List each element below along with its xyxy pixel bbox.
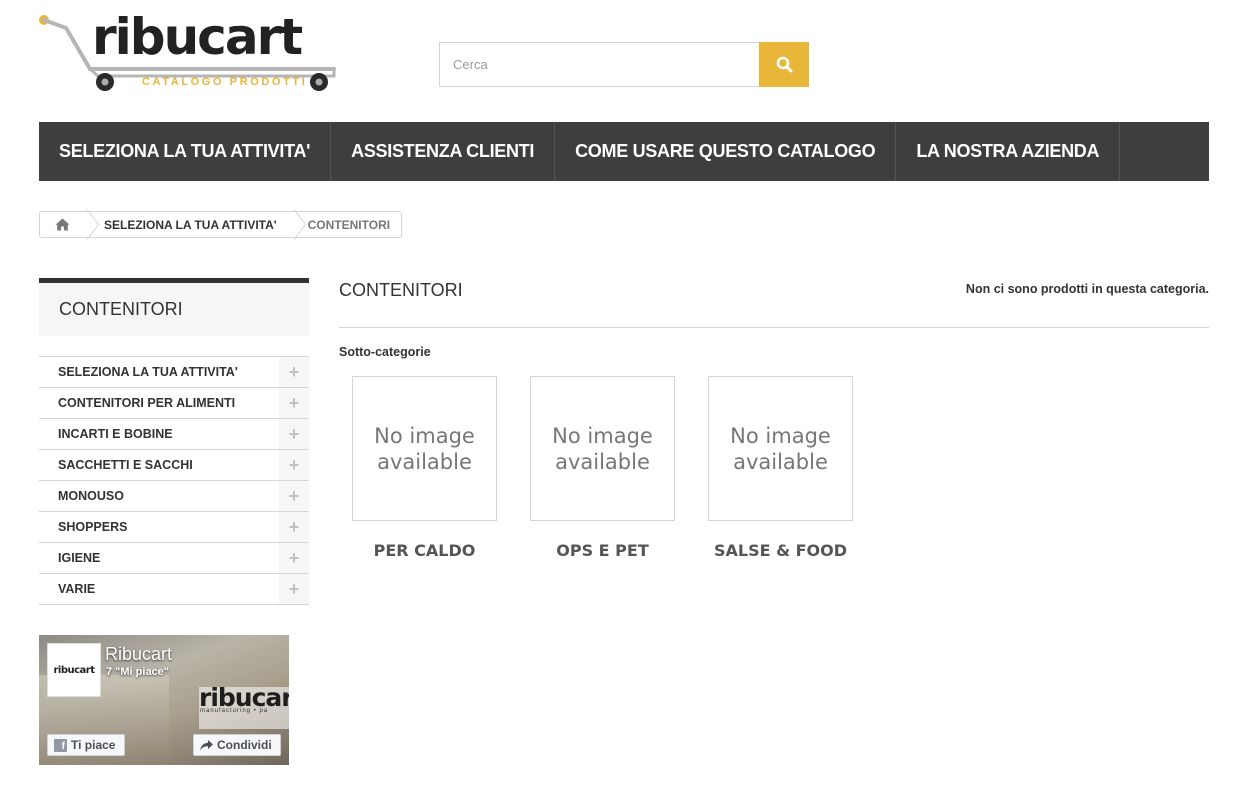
- search-input[interactable]: [439, 42, 759, 87]
- subcategory-card: No image available OPS E PET: [530, 376, 675, 560]
- image-placeholder-text: No image available: [552, 423, 653, 474]
- category-sidebar: CONTENITORI SELEZIONA LA TUA ATTIVITA' +…: [39, 278, 309, 605]
- expand-plus-icon[interactable]: +: [279, 481, 309, 511]
- share-arrow-icon: [200, 739, 213, 750]
- expand-plus-icon[interactable]: +: [279, 543, 309, 573]
- logo-tagline: CATALOGO PRODOTTI: [142, 76, 308, 88]
- nav-item-seleziona-attivita[interactable]: SELEZIONA LA TUA ATTIVITA': [39, 122, 332, 181]
- breadcrumb: SELEZIONA LA TUA ATTIVITA' CONTENITORI: [39, 211, 403, 238]
- sidebar-item-incarti-bobine[interactable]: INCARTI E BOBINE +: [39, 419, 309, 450]
- sidebar-item-contenitori-alimenti[interactable]: CONTENITORI PER ALIMENTI +: [39, 388, 309, 419]
- sidebar-item-varie[interactable]: VARIE +: [39, 574, 309, 605]
- home-icon: [55, 218, 69, 231]
- sidebar-item-label: VARIE: [58, 582, 96, 596]
- page-title: CONTENITORI: [339, 280, 463, 300]
- subcategory-image[interactable]: No image available: [708, 376, 853, 521]
- category-list: SELEZIONA LA TUA ATTIVITA' + CONTENITORI…: [39, 356, 309, 605]
- subcategory-card: No image available SALSE & FOOD: [708, 376, 853, 560]
- nav-item-nostra-azienda[interactable]: LA NOSTRA AZIENDA: [896, 122, 1121, 181]
- magnifier-icon: [776, 56, 792, 73]
- sidebar-title: CONTENITORI: [39, 278, 309, 336]
- subcategory-name[interactable]: PER CALDO: [352, 541, 497, 560]
- no-products-message: Non ci sono prodotti in questa categoria…: [965, 282, 1209, 296]
- sidebar-item-label: MONOUSO: [58, 489, 124, 503]
- expand-plus-icon[interactable]: +: [279, 388, 309, 418]
- expand-plus-icon[interactable]: +: [279, 512, 309, 542]
- expand-plus-icon[interactable]: +: [279, 357, 309, 387]
- subcategory-image[interactable]: No image available: [352, 376, 497, 521]
- sidebar-item-label: INCARTI E BOBINE: [58, 427, 173, 441]
- image-placeholder-text: No image available: [730, 423, 831, 474]
- page-name[interactable]: Ribucart: [105, 644, 172, 665]
- sidebar-item-label: IGIENE: [58, 551, 101, 565]
- expand-plus-icon[interactable]: +: [279, 574, 309, 604]
- facebook-page-widget[interactable]: ribucart manufacturing • pa ribucart Rib…: [39, 635, 289, 765]
- page-avatar[interactable]: ribucart: [47, 643, 101, 697]
- share-button-label: Condividi: [217, 738, 272, 752]
- sidebar-item-igiene[interactable]: IGIENE +: [39, 543, 309, 574]
- subcategory-name[interactable]: SALSE & FOOD: [708, 541, 853, 560]
- search-button[interactable]: [759, 42, 809, 87]
- nav-item-come-usare-catalogo[interactable]: COME USARE QUESTO CATALOGO: [555, 122, 897, 181]
- subcategory-name[interactable]: OPS E PET: [530, 541, 675, 560]
- like-button-label: Ti piace: [71, 738, 116, 752]
- like-count: 7 "Mi piace": [106, 666, 170, 678]
- sidebar-item-label: SELEZIONA LA TUA ATTIVITA': [58, 365, 238, 379]
- share-button[interactable]: Condividi: [193, 734, 281, 756]
- sidebar-item-shoppers[interactable]: SHOPPERS +: [39, 512, 309, 543]
- sidebar-item-sacchetti-sacchi[interactable]: SACCHETTI E SACCHI +: [39, 450, 309, 481]
- subcategory-image[interactable]: No image available: [530, 376, 675, 521]
- sidebar-item-seleziona-attivita[interactable]: SELEZIONA LA TUA ATTIVITA' +: [39, 357, 309, 388]
- like-button[interactable]: f Ti piace: [47, 734, 125, 756]
- main-nav: SELEZIONA LA TUA ATTIVITA' ASSISTENZA CL…: [39, 122, 1209, 181]
- search-bar: [439, 42, 809, 87]
- sidebar-item-label: SHOPPERS: [58, 520, 128, 534]
- sidebar-item-label: CONTENITORI PER ALIMENTI: [58, 396, 236, 410]
- site-logo[interactable]: ribucart CATALOGO PRODOTTI: [38, 8, 343, 96]
- expand-plus-icon[interactable]: +: [279, 450, 309, 480]
- sidebar-item-label: SACCHETTI E SACCHI: [58, 458, 193, 472]
- breadcrumb-separator: [291, 212, 305, 237]
- image-placeholder-text: No image available: [374, 423, 475, 474]
- breadcrumb-current: CONTENITORI: [307, 217, 391, 232]
- breadcrumb-link[interactable]: SELEZIONA LA TUA ATTIVITA': [98, 218, 291, 232]
- logo-wordmark: ribucart: [92, 8, 303, 66]
- expand-plus-icon[interactable]: +: [279, 419, 309, 449]
- breadcrumb-separator: [84, 212, 98, 237]
- divider: [339, 327, 1209, 328]
- cover-brand-subtext: manufacturing • pa: [200, 708, 269, 714]
- subcategory-card: No image available PER CALDO: [352, 376, 497, 560]
- nav-item-assistenza-clienti[interactable]: ASSISTENZA CLIENTI: [331, 122, 556, 181]
- facebook-icon: f: [54, 738, 67, 752]
- subcategories-heading: Sotto-categorie: [339, 345, 431, 359]
- sidebar-item-monouso[interactable]: MONOUSO +: [39, 481, 309, 512]
